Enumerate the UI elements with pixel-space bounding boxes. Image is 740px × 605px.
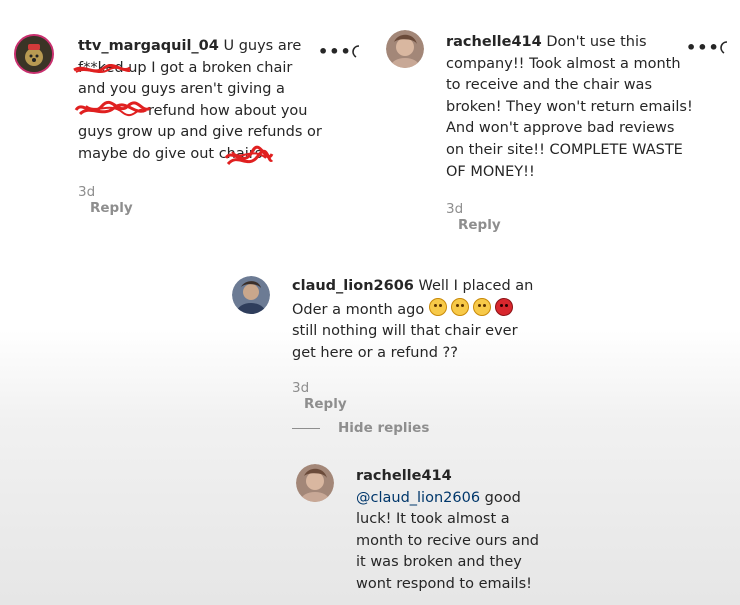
mention-link[interactable]: @claud_lion2606 [356,490,480,506]
avatar[interactable] [14,34,54,74]
comment-text: rachelle414 @claud_lion2606 good luck! I… [356,468,539,592]
timestamp: 3d [78,184,96,200]
comment-meta: 3d Reply [446,201,501,233]
censor-scribble [224,145,274,166]
comment-text: claud_lion2606 Well I placed an Oder a m… [292,278,534,361]
flushed-face-emoji-icon [428,297,447,316]
dog-avatar-icon [16,36,52,72]
user-photo-icon [386,30,424,68]
more-options-icon[interactable]: ••• [318,42,352,61]
heart-icon[interactable] [718,40,730,54]
more-options-icon[interactable]: ••• [686,38,720,57]
reply-button[interactable]: Reply [304,396,347,412]
timestamp: 3d [292,380,310,396]
angry-face-emoji-icon [494,297,513,316]
user-photo-icon [296,464,334,502]
flushed-face-emoji-icon [472,297,491,316]
comment-text: rachelle414 Don't use this company!! Too… [446,34,693,180]
avatar[interactable] [386,30,424,68]
timestamp: 3d [446,201,464,217]
censor-scribble [73,63,131,73]
username[interactable]: claud_lion2606 [292,278,414,294]
avatar[interactable] [232,276,270,314]
flushed-face-emoji-icon [450,297,469,316]
avatar[interactable] [296,464,334,502]
username[interactable]: ttv_margaquil_04 [78,38,219,54]
user-photo-icon [232,276,270,314]
username[interactable]: rachelle414 [446,34,542,50]
comment-meta: 3d Reply [292,380,347,412]
comment-meta: 3d Reply [78,184,133,216]
reply-button[interactable]: Reply [458,217,501,233]
heart-icon[interactable] [350,44,362,58]
username[interactable]: rachelle414 [356,468,452,484]
censor-scribble [74,100,151,117]
hide-replies-button[interactable]: Hide replies [338,420,429,436]
divider [292,428,320,429]
reply-button[interactable]: Reply [90,200,133,216]
